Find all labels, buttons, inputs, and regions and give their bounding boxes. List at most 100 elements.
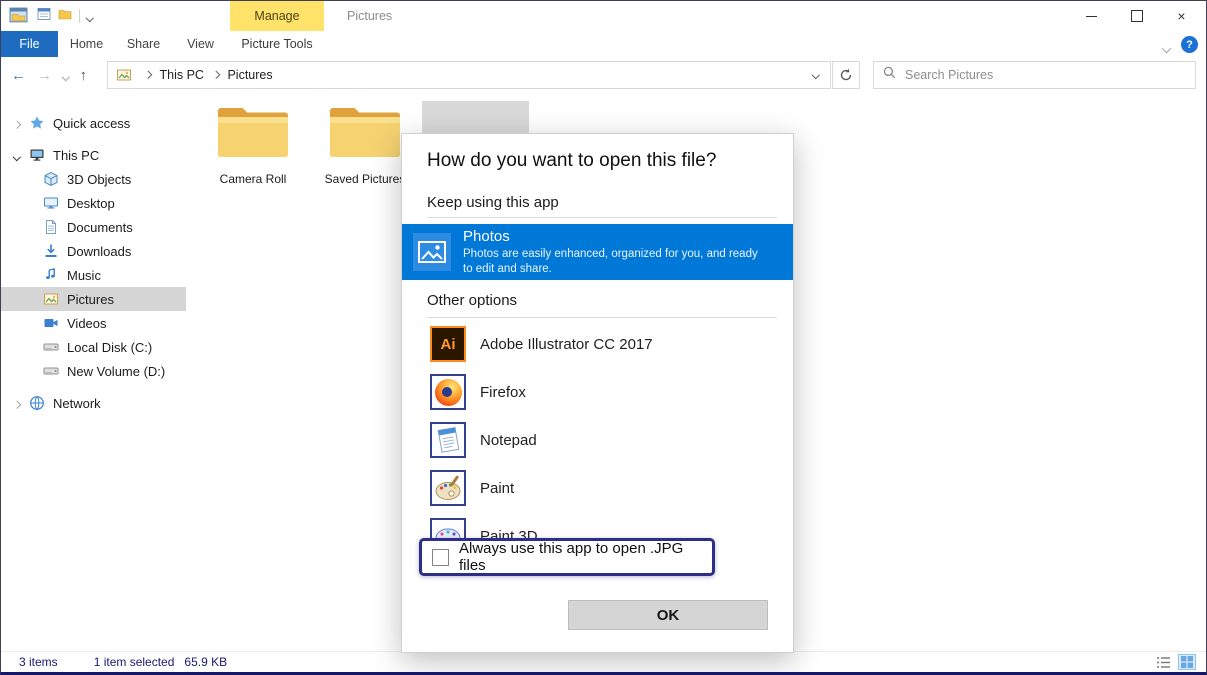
sidebar-item-label: This PC	[53, 148, 99, 163]
sidebar-item-downloads[interactable]: Downloads	[1, 239, 186, 263]
address-bar[interactable]: This PC Pictures	[107, 61, 831, 89]
firefox-icon	[430, 374, 466, 410]
notepad-icon	[430, 422, 466, 458]
ok-button[interactable]: OK	[568, 600, 768, 630]
sidebar-item-label: Quick access	[53, 116, 130, 131]
sidebar-item-network[interactable]: Network	[1, 391, 186, 415]
ribbon-collapse-icon[interactable]	[1163, 39, 1170, 57]
large-icons-view-button[interactable]	[1178, 654, 1196, 670]
tab-share[interactable]: Share	[115, 31, 172, 57]
breadcrumb-pictures[interactable]: Pictures	[225, 68, 274, 82]
desktop-icon	[43, 195, 59, 211]
qat-divider	[79, 9, 80, 23]
always-use-highlight-box: Always use this app to open .JPG files	[419, 538, 715, 576]
breadcrumb-chevron-icon[interactable]	[213, 72, 219, 78]
documents-icon	[43, 219, 59, 235]
navigation-buttons: ← → ↑	[11, 57, 87, 93]
search-box	[873, 61, 1196, 89]
always-use-checkbox-label[interactable]: Always use this app to open .JPG files	[459, 540, 712, 574]
illustrator-icon: Ai	[430, 326, 466, 362]
always-use-checkbox[interactable]	[432, 549, 449, 566]
sidebar-item-pictures[interactable]: Pictures	[1, 287, 186, 311]
sidebar-item-label: Music	[67, 268, 101, 283]
app-option-firefox[interactable]: Firefox	[402, 368, 793, 416]
location-icon	[116, 67, 132, 83]
app-name: Paint	[480, 480, 514, 497]
sidebar-item-music[interactable]: Music	[1, 263, 186, 287]
sidebar-item-label: Pictures	[67, 292, 114, 307]
app-option-paint[interactable]: Paint	[402, 464, 793, 512]
close-button[interactable]: ×	[1159, 1, 1204, 31]
help-button[interactable]: ?	[1181, 36, 1198, 53]
music-icon	[43, 267, 59, 283]
expand-chevron-icon[interactable]	[14, 396, 20, 411]
sidebar-item-new-volume-d[interactable]: New Volume (D:)	[1, 359, 186, 383]
qat-new-folder-icon[interactable]	[58, 7, 72, 26]
sidebar-item-this-pc[interactable]: This PC	[1, 143, 186, 167]
disk-drive-icon	[43, 339, 59, 355]
downloads-icon	[43, 243, 59, 259]
quick-access-star-icon	[29, 115, 45, 131]
disk-drive-icon	[43, 363, 59, 379]
sidebar-item-label: Local Disk (C:)	[67, 340, 152, 355]
qat-customize-chevron-icon[interactable]	[87, 7, 93, 25]
search-input[interactable]	[903, 67, 1186, 83]
ribbon-tab-row: File Home Share View Picture Tools ?	[1, 31, 1206, 58]
status-bar: 3 items 1 item selected 65.9 KB	[1, 651, 1206, 672]
network-icon	[29, 395, 45, 411]
sidebar-item-label: Videos	[67, 316, 107, 331]
minimize-button[interactable]	[1069, 1, 1114, 31]
sidebar-item-label: Downloads	[67, 244, 131, 259]
maximize-button[interactable]	[1114, 1, 1159, 31]
expand-chevron-icon[interactable]	[14, 116, 20, 131]
app-name: Firefox	[480, 384, 526, 401]
details-view-button[interactable]	[1154, 654, 1172, 670]
tab-home[interactable]: Home	[58, 31, 115, 57]
keep-using-section-label: Keep using this app	[427, 194, 559, 211]
this-pc-icon	[29, 147, 45, 163]
collapse-chevron-icon[interactable]	[14, 148, 20, 163]
history-chevron-icon[interactable]	[63, 67, 69, 84]
selection-count: 1 item selected	[94, 655, 175, 669]
3d-objects-icon	[43, 171, 59, 187]
sidebar-item-desktop[interactable]: Desktop	[1, 191, 186, 215]
sidebar-item-label: Desktop	[67, 196, 115, 211]
sidebar-item-videos[interactable]: Videos	[1, 311, 186, 335]
address-dropdown-icon[interactable]	[813, 72, 819, 78]
other-apps-list: Ai Adobe Illustrator CC 2017 Firefox Not…	[402, 320, 793, 544]
refresh-button[interactable]	[832, 61, 860, 89]
pictures-icon	[43, 291, 59, 307]
breadcrumb-this-pc[interactable]: This PC	[158, 68, 206, 82]
address-row: ← → ↑ This PC Pictures	[1, 57, 1206, 93]
app-option-photos[interactable]: Photos Photos are easily enhanced, organ…	[402, 224, 793, 280]
folder-camera-roll[interactable]: Camera Roll	[199, 103, 307, 186]
up-button[interactable]: ↑	[80, 67, 88, 84]
quick-access-toolbar	[37, 7, 93, 25]
other-options-section-label: Other options	[427, 292, 517, 309]
tab-picture-tools[interactable]: Picture Tools	[230, 31, 324, 57]
tab-file[interactable]: File	[1, 31, 58, 57]
photos-app-icon	[413, 233, 451, 271]
sidebar-item-documents[interactable]: Documents	[1, 215, 186, 239]
qat-properties-icon[interactable]	[37, 7, 51, 26]
forward-button[interactable]: →	[37, 67, 52, 84]
folder-icon	[216, 103, 290, 161]
tab-view[interactable]: View	[172, 31, 229, 57]
sidebar-item-local-disk-c[interactable]: Local Disk (C:)	[1, 335, 186, 359]
sidebar-item-3d-objects[interactable]: 3D Objects	[1, 167, 186, 191]
app-option-notepad[interactable]: Notepad	[402, 416, 793, 464]
breadcrumb-chevron-icon[interactable]	[145, 72, 151, 78]
manage-context-tab[interactable]: Manage	[230, 1, 324, 31]
back-button[interactable]: ←	[11, 67, 26, 84]
folder-icon	[328, 103, 402, 161]
sidebar-item-quick-access[interactable]: Quick access	[1, 111, 186, 135]
search-icon	[883, 66, 896, 84]
app-option-illustrator[interactable]: Ai Adobe Illustrator CC 2017	[402, 320, 793, 368]
videos-icon	[43, 315, 59, 331]
navigation-pane: Quick access This PC 3D Objects Desktop …	[1, 93, 186, 649]
sidebar-item-label: Documents	[67, 220, 133, 235]
section-divider	[427, 217, 777, 218]
app-name: Photos	[463, 228, 763, 245]
items-count: 3 items	[19, 655, 58, 669]
sidebar-item-label: Network	[53, 396, 101, 411]
